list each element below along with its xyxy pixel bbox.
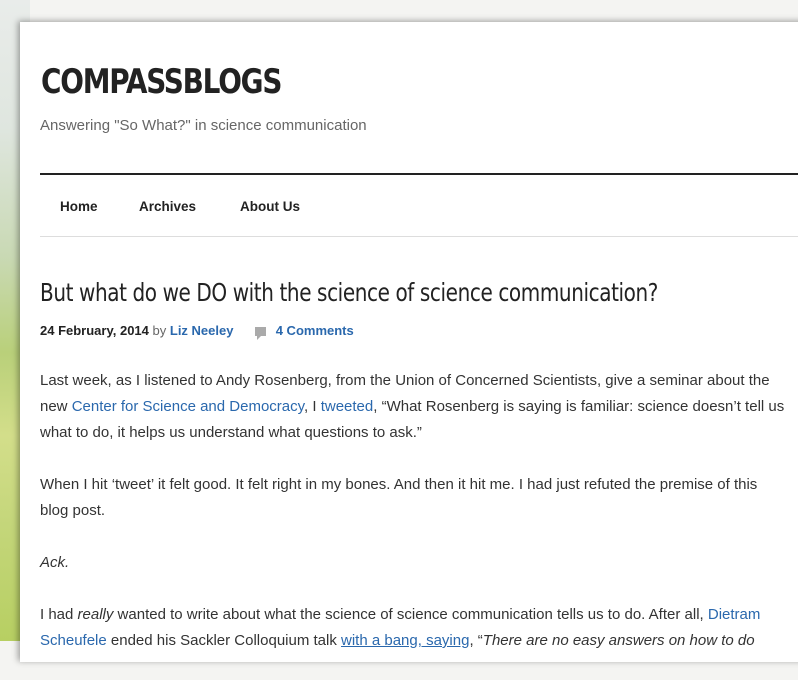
post-paragraph-4: I had really wanted to write about what … <box>40 602 785 654</box>
post-paragraph-3: Ack. <box>40 550 785 576</box>
text-run: wanted to write about what the science o… <box>113 606 708 623</box>
site-tagline: Answering "So What?" in science communic… <box>40 117 367 134</box>
text-run: I had <box>40 606 78 623</box>
post-paragraph-2: When I hit ‘tweet’ it felt good. It felt… <box>40 476 758 519</box>
speech-bubble-icon <box>255 327 267 340</box>
emphasis-text: really <box>77 606 114 623</box>
post-paragraph-1: Last week, as I listened to Andy Rosenbe… <box>40 368 785 446</box>
nav-item-home[interactable]: Home <box>60 199 98 214</box>
post-title[interactable]: But what do we DO with the science of sc… <box>40 278 658 307</box>
post-date: 24 February, 2014 <box>40 323 149 338</box>
site-title[interactable]: COMPASSBLOGS <box>41 62 282 102</box>
nav-item-archives[interactable]: Archives <box>139 199 196 214</box>
center-for-science-and-democracy-link[interactable]: Center for Science and Democracy <box>72 398 304 415</box>
post-author-link[interactable]: Liz Neeley <box>170 323 234 338</box>
main-navigation: Home Archives About Us <box>40 175 798 236</box>
ack-text: Ack. <box>40 554 70 571</box>
nav-item-about-us[interactable]: About Us <box>240 199 300 214</box>
blog-page: COMPASSBLOGS Answering "So What?" in sci… <box>20 22 798 662</box>
post-comments-link[interactable]: 4 Comments <box>276 323 354 338</box>
tweeted-link[interactable]: tweeted <box>321 398 374 415</box>
nav-bottom-divider <box>40 236 798 237</box>
post-content: Last week, as I listened to Andy Rosenbe… <box>40 368 785 680</box>
post-meta: 24 February, 2014 by Liz Neeley 4 Commen… <box>40 323 354 340</box>
post-by-label: by <box>152 323 167 338</box>
text-run: , I <box>304 398 321 415</box>
